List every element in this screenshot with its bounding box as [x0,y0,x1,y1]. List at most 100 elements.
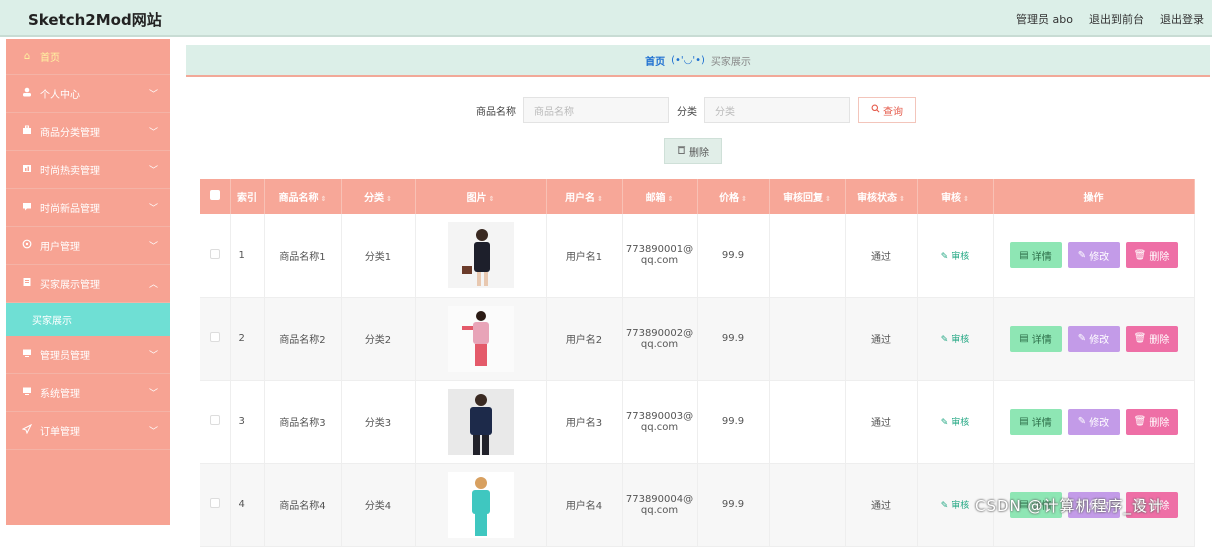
audit-link[interactable]: ✎ 审核 [941,418,969,428]
table-row: 1 商品名称1 分类1 用户名1 773890001@qq.com 99.9 [200,214,1195,298]
sidebar-item-hot-sale-mgmt[interactable]: 时尚热卖管理 ﹀ [6,151,170,189]
row-index: 4 [230,463,265,547]
row-product-name: 商品名称4 [264,463,342,547]
row-product-name: 商品名称3 [264,380,342,464]
chevron-down-icon: ﹀ [148,351,158,361]
sidebar-item-category-mgmt[interactable]: 商品分类管理 ﹀ [6,113,170,151]
sidebar: ⌂ 首页 个人中心 ﹀ 商品分类管理 ﹀ 时尚热卖管理 ﹀ 时尚新品管理 ﹀ 用… [6,39,170,525]
sort-icon: ⇕ [320,195,327,203]
document-icon: ▤ [1019,416,1029,427]
trash-icon: 🗑 [1133,249,1147,261]
site-logo: Sketch2Mod网站 [28,11,162,29]
exit-to-front-link[interactable]: 退出到前台 [1089,11,1144,27]
col-header-actions: 操作 [993,179,1195,214]
sidebar-item-label: 个人中心 [40,90,80,101]
message-icon [20,201,34,214]
row-status: 通过 [845,214,918,298]
audit-link[interactable]: ✎ 审核 [941,252,969,262]
delete-button[interactable]: 🗑 删除 [1125,325,1178,352]
row-category: 分类1 [341,214,416,298]
row-status: 通过 [845,380,918,464]
sidebar-item-system-mgmt[interactable]: 系统管理 ﹀ [6,374,170,412]
row-status: 通过 [845,297,918,381]
row-price: 99.9 [697,380,770,464]
chevron-down-icon: ﹀ [148,128,158,138]
sidebar-item-label: 商品分类管理 [40,128,100,139]
sidebar-item-order-mgmt[interactable]: 订单管理 ﹀ [6,412,170,450]
audit-link[interactable]: ✎ 审核 [941,501,969,511]
product-image [447,222,514,289]
trash-icon: 🗑 [1133,333,1147,344]
sidebar-item-admin-mgmt[interactable]: 管理员管理 ﹀ [6,336,170,374]
col-header-status[interactable]: 审核状态 ⇕ [845,179,918,214]
monitor-icon [20,386,34,399]
search-bar: 商品名称 商品名称 分类 分类 查询 [476,97,916,123]
query-button[interactable]: 查询 [858,97,916,123]
sort-icon: ⇕ [963,195,969,203]
document-icon: ▤ [1019,249,1029,261]
sidebar-item-buyer-show-mgmt[interactable]: 买家展示管理 ︿ [6,265,170,303]
chevron-down-icon: ﹀ [148,204,158,214]
col-header-email[interactable]: 邮箱 ⇕ [622,179,698,214]
sort-icon: ⇕ [386,195,392,203]
sort-icon: ⇕ [488,195,495,203]
col-header-audit[interactable]: 审核 ⇕ [917,179,994,214]
col-header-name[interactable]: 商品名称 ⇕ [264,179,342,214]
sidebar-item-user-mgmt[interactable]: 用户管理 ﹀ [6,227,170,265]
sidebar-item-new-product-mgmt[interactable]: 时尚新品管理 ﹀ [6,189,170,227]
send-icon [20,423,34,437]
table-row: 2 商品名称2 分类2 用户名2 773890002@qq.com 99.9 [200,297,1195,381]
monitor-icon [20,348,34,361]
col-header-reply[interactable]: 审核回复 ⇕ [769,179,846,214]
row-checkbox[interactable] [209,248,220,259]
sidebar-item-label: 买家展示 [32,316,72,327]
sidebar-item-label: 时尚新品管理 [40,204,100,215]
edit-button[interactable]: ✎ 修改 [1067,325,1120,352]
sidebar-subitem-buyer-show[interactable]: 买家展示 [6,303,170,336]
chevron-down-icon: ﹀ [148,166,158,176]
settings-icon [20,239,34,252]
delete-button[interactable]: 🗑 删除 [1125,242,1178,269]
sidebar-item-personal-center[interactable]: 个人中心 ﹀ [6,75,170,113]
query-button-label: 查询 [883,106,903,118]
sort-icon: ⇕ [825,195,831,203]
row-price: 99.9 [697,214,770,298]
chevron-up-icon: ︿ [148,280,158,290]
col-header-username[interactable]: 用户名 ⇕ [546,179,623,214]
trash-icon [677,145,686,157]
row-checkbox[interactable] [209,332,220,342]
select-all-cell[interactable] [200,179,231,214]
breadcrumb-home[interactable]: 首页 [645,53,665,68]
edit-button[interactable]: ✎ 修改 [1067,242,1120,269]
pencil-icon: ✎ [1077,416,1087,427]
batch-delete-button[interactable]: 删除 [664,138,722,164]
document-icon: ▤ [1019,333,1029,344]
edit-button[interactable]: ✎ 修改 [1067,408,1120,435]
sidebar-item-label: 买家展示管理 [40,280,100,291]
row-audit-cell: ✎ 审核 [917,380,994,464]
product-name-input[interactable]: 商品名称 [523,97,669,123]
audit-link[interactable]: ✎ 审核 [941,335,969,345]
row-category: 分类4 [341,463,416,547]
top-right-menu: 管理员 abo 退出到前台 退出登录 [1016,11,1204,27]
category-label: 分类 [677,106,697,118]
col-header-image[interactable]: 图片 ⇕ [415,179,547,214]
detail-button[interactable]: ▤ 详情 [1009,408,1062,435]
product-image [447,471,514,538]
select-all-checkbox[interactable] [209,190,220,200]
product-image [447,388,514,455]
sort-icon: ⇕ [667,195,674,203]
col-header-price[interactable]: 价格 ⇕ [697,179,770,214]
delete-button[interactable]: 🗑 删除 [1125,408,1178,435]
detail-button[interactable]: ▤ 详情 [1009,242,1062,269]
row-image-cell [415,380,547,464]
sidebar-item-home[interactable]: ⌂ 首页 [6,39,170,75]
sidebar-item-label: 订单管理 [40,427,80,438]
row-checkbox[interactable] [209,415,220,425]
row-checkbox[interactable] [209,498,220,508]
admin-user-label: 管理员 abo [1016,13,1073,26]
detail-button[interactable]: ▤ 详情 [1009,325,1062,352]
category-input[interactable]: 分类 [704,97,850,123]
logout-link[interactable]: 退出登录 [1160,11,1204,27]
col-header-category[interactable]: 分类 ⇕ [341,179,416,214]
